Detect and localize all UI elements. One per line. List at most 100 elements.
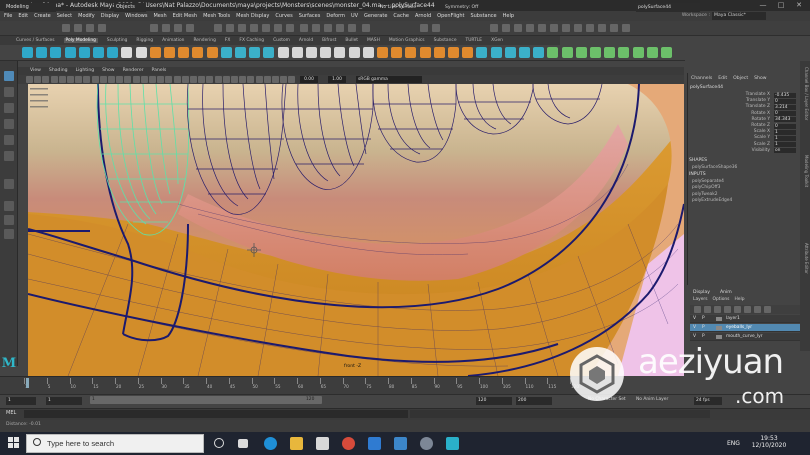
range-slider-bar[interactable] <box>90 396 322 404</box>
channel-box-menu-show[interactable]: Show <box>754 76 766 81</box>
shelf-tool-icon[interactable] <box>192 47 204 58</box>
shelf-tab[interactable]: FX <box>225 38 231 43</box>
layer-menu-layers[interactable]: Layers <box>693 297 708 302</box>
layer-visibility-toggle[interactable]: V <box>693 315 696 323</box>
shelf-tool-icon[interactable] <box>448 47 459 58</box>
panel-tool-icon[interactable] <box>263 76 271 83</box>
layer-menu-options[interactable]: Options <box>713 297 730 302</box>
fps-dropdown[interactable]: 24 fps <box>694 397 722 405</box>
settings-icon[interactable] <box>420 437 433 450</box>
channel-attr-name[interactable]: Rotate Y <box>720 117 770 122</box>
channel-attr-value[interactable]: 3.214 <box>774 104 796 110</box>
panel-tool-icon[interactable] <box>190 76 197 83</box>
shelf-tab[interactable]: Bullet <box>345 38 358 43</box>
status-tool-icon[interactable] <box>250 24 258 32</box>
panel-tool-icon[interactable] <box>116 76 124 83</box>
layer-row[interactable]: V Peyeballs_lyr <box>690 324 800 332</box>
layer-row[interactable]: V Pmouth_curve_lyr <box>690 333 800 341</box>
panel-tool-icon[interactable] <box>108 76 115 83</box>
channel-attr-value[interactable]: 0 <box>774 98 796 104</box>
maya-taskbar-icon[interactable] <box>446 437 459 450</box>
status-tool-icon[interactable] <box>490 24 498 32</box>
rotate-tool-icon[interactable] <box>4 135 14 145</box>
shelf-tool-icon[interactable] <box>632 47 644 58</box>
panel-tool-icon[interactable] <box>239 76 247 83</box>
lasso-tool-icon[interactable] <box>4 87 14 97</box>
panel-tool-icon[interactable] <box>50 76 58 83</box>
status-tool-icon[interactable] <box>312 24 320 32</box>
layer-visibility-toggle[interactable]: V <box>693 333 696 341</box>
status-tool-icon[interactable] <box>348 24 356 32</box>
layer-tool-icon[interactable] <box>734 306 741 313</box>
shelf-tool-icon[interactable] <box>306 47 317 58</box>
clock[interactable]: 19:53 12/10/2020 <box>748 435 790 449</box>
shelf-tool-icon[interactable] <box>519 47 530 58</box>
calculator-icon[interactable] <box>394 437 407 450</box>
status-tool-icon[interactable] <box>432 24 440 32</box>
status-tool-icon[interactable] <box>150 24 158 32</box>
channel-attr-name[interactable]: Translate X <box>720 92 770 97</box>
shelf-tab[interactable]: Curves / Surfaces <box>16 38 55 43</box>
status-tool-icon[interactable] <box>336 24 344 32</box>
mail-icon[interactable] <box>368 437 381 450</box>
channel-attr-value[interactable]: 34.343 <box>774 117 796 123</box>
symmetry-label[interactable]: Symmetry: Off <box>445 3 478 12</box>
layer-name[interactable]: layer1 <box>726 315 740 323</box>
channel-attr-name[interactable]: Visibility <box>720 148 770 153</box>
panel-tool-icon[interactable] <box>280 76 288 83</box>
shelf-tab[interactable]: Motion Graphics <box>389 38 425 43</box>
shelf-tool-icon[interactable] <box>348 47 360 58</box>
panel-tool-icon[interactable] <box>132 76 140 83</box>
panel-tool-icon[interactable] <box>157 76 165 83</box>
menu-curves[interactable]: Curves <box>275 13 292 19</box>
input-node[interactable]: polySeparate4 <box>692 179 724 184</box>
menu-openflight[interactable]: OpenFlight <box>437 13 464 19</box>
panel-tool-icon[interactable] <box>247 76 255 83</box>
panel-menu-show[interactable]: Show <box>102 68 114 73</box>
panel-tool-icon[interactable] <box>140 76 148 83</box>
channel-attr-value[interactable]: 1 <box>774 129 796 135</box>
channel-attr-value[interactable]: 1 <box>774 142 796 148</box>
windows-start-icon[interactable] <box>8 437 19 448</box>
shelf-tab[interactable]: Rendering <box>193 38 215 43</box>
panel-menu-lighting[interactable]: Lighting <box>76 68 95 73</box>
panel-menu-shading[interactable]: Shading <box>49 68 68 73</box>
panel-tool-icon[interactable] <box>173 76 181 83</box>
channel-attr-name[interactable]: Scale X <box>720 129 770 134</box>
layer-color-swatch[interactable] <box>716 326 722 330</box>
layer-name[interactable]: eyeballs_lyr <box>726 324 752 332</box>
layer-tool-icon[interactable] <box>694 306 701 313</box>
panel-tool-icon[interactable] <box>181 76 189 83</box>
right-dock-tab[interactable]: Modeling Toolkit <box>801 155 809 235</box>
status-tool-icon[interactable] <box>86 24 94 32</box>
shelf-tool-icon[interactable] <box>504 47 516 58</box>
status-tool-icon[interactable] <box>550 24 558 32</box>
channel-attr-name[interactable]: Rotate Z <box>720 123 770 128</box>
channel-box-menu-channels[interactable]: Channels <box>691 76 712 81</box>
last-tool-icon[interactable] <box>4 179 14 189</box>
shelf-tab[interactable]: XGen <box>491 38 503 43</box>
status-tool-icon[interactable] <box>538 24 546 32</box>
close-icon[interactable]: ✕ <box>792 0 806 11</box>
shelf-tab[interactable]: Animation <box>162 38 184 43</box>
shelf-tool-icon[interactable] <box>178 47 190 58</box>
cortana-icon[interactable] <box>214 438 224 448</box>
panel-tool-icon[interactable] <box>214 76 222 83</box>
shelf-tab[interactable]: FX Caching <box>239 38 264 43</box>
input-node[interactable]: polyTweak2 <box>692 192 718 197</box>
shelf-tool-icon[interactable] <box>490 47 502 58</box>
panel-tool-icon[interactable] <box>58 76 66 83</box>
channel-attr-value[interactable]: 0 <box>774 111 796 117</box>
status-tool-icon[interactable] <box>238 24 246 32</box>
shelf-tool-icon[interactable] <box>206 47 218 58</box>
shelf-tool-icon[interactable] <box>291 47 303 58</box>
object-name-field[interactable]: polySurface44 <box>636 3 700 12</box>
channel-box-object-name[interactable]: polySurface44 <box>690 85 723 90</box>
shelf-tool-icon[interactable] <box>149 47 161 58</box>
status-tool-icon[interactable] <box>420 24 428 32</box>
menu-surfaces[interactable]: Surfaces <box>299 13 321 19</box>
menu-uv[interactable]: UV <box>351 13 358 19</box>
shelf-tool-icon[interactable] <box>93 47 104 58</box>
scale-tool-icon[interactable] <box>4 151 14 161</box>
animation-start-field[interactable]: 1 <box>6 397 36 405</box>
